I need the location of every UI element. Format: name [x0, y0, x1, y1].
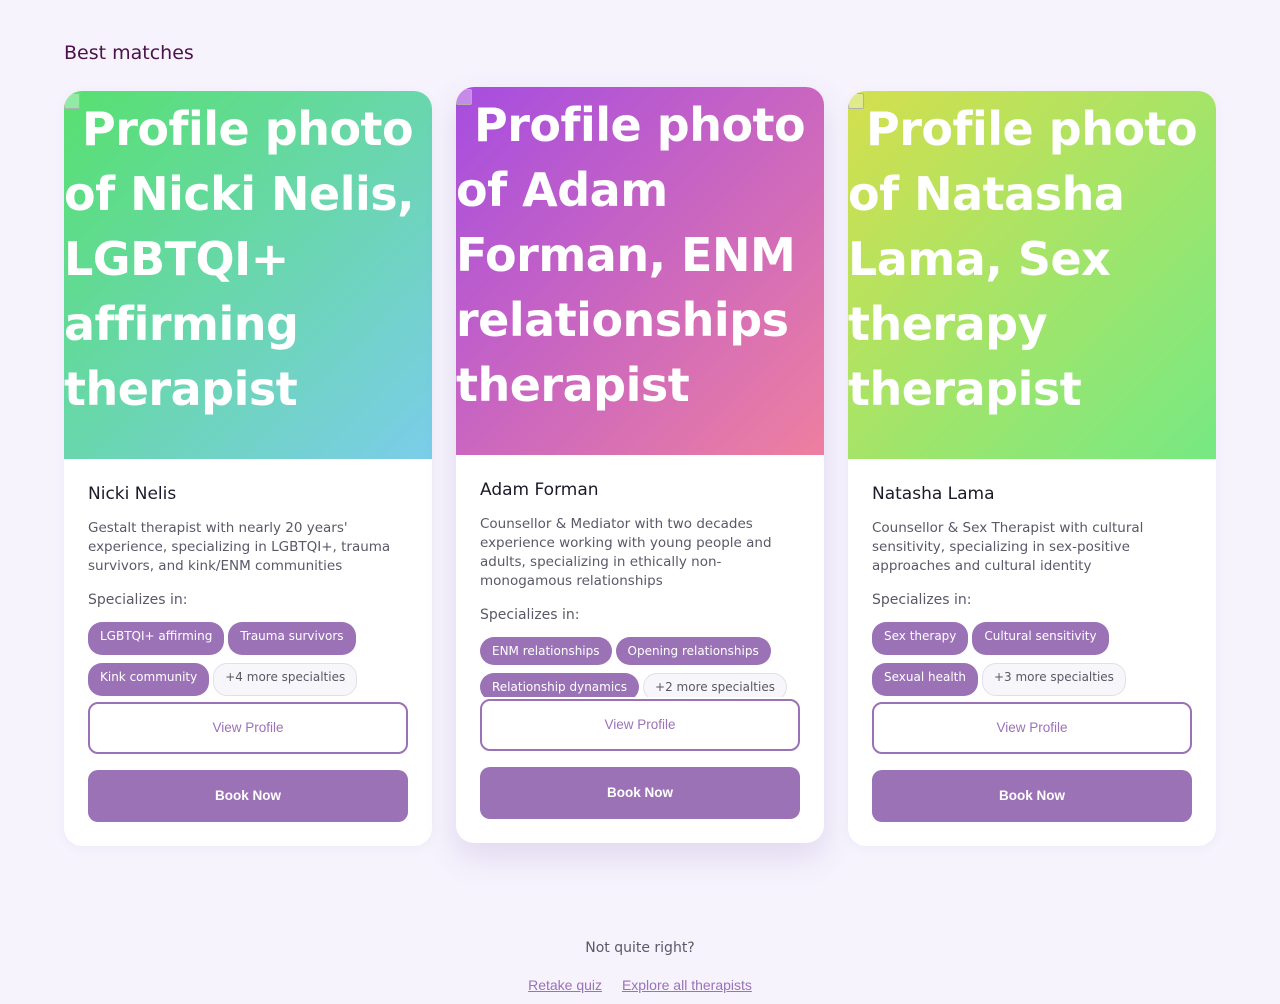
therapist-card: Profile photo of Nicki Nelis, LGBTQI+ af… [64, 91, 432, 846]
book-now-button[interactable]: Book Now [88, 770, 408, 822]
therapist-description: Counsellor & Sex Therapist with cultural… [872, 520, 1144, 574]
therapist-card: Profile photo of Natasha Lama, Sex thera… [848, 91, 1216, 846]
therapist-description: Gestalt therapist with nearly 20 years' … [88, 520, 391, 574]
footer-links: Retake quiz Explore all therapists [0, 977, 1280, 993]
specialty-tag: ENM relationships [480, 637, 612, 665]
book-now-button[interactable]: Book Now [872, 770, 1192, 822]
more-specialties-tag[interactable]: +3 more specialties [981, 663, 1126, 696]
therapist-card: Profile photo of Adam Forman, ENM relati… [456, 87, 824, 843]
profile-photo[interactable]: Profile photo of Adam Forman, ENM relati… [456, 87, 824, 455]
specializes-label: Specializes in: [88, 592, 188, 608]
therapist-name: Adam Forman [480, 480, 599, 500]
therapist-name: Natasha Lama [872, 484, 995, 504]
view-profile-button[interactable]: View Profile [872, 702, 1192, 754]
photo-alt-text: Profile photo of Adam Forman, ENM relati… [456, 98, 806, 412]
specialty-tag: Sex therapy [872, 622, 969, 655]
profile-photo[interactable]: Profile photo of Natasha Lama, Sex thera… [848, 91, 1216, 459]
specializes-label: Specializes in: [872, 592, 972, 608]
specialty-tags: LGBTQI+ affirming Trauma survivors Kink … [88, 622, 408, 696]
specialty-tag: Cultural sensitivity [972, 622, 1109, 655]
retake-quiz-link[interactable]: Retake quiz [528, 977, 602, 993]
more-specialties-tag[interactable]: +2 more specialties [643, 673, 787, 697]
page-title: Best matches [64, 42, 194, 64]
specializes-label: Specializes in: [480, 607, 580, 623]
therapist-name: Nicki Nelis [88, 484, 177, 504]
specialty-tags: ENM relationships Opening relationships … [480, 637, 800, 697]
specialty-tags: Sex therapy Cultural sensitivity Sexual … [872, 622, 1192, 696]
profile-photo[interactable]: Profile photo of Nicki Nelis, LGBTQI+ af… [64, 91, 432, 459]
specialty-tag: Kink community [88, 663, 210, 696]
view-profile-button[interactable]: View Profile [88, 702, 408, 754]
photo-alt-text: Profile photo of Nicki Nelis, LGBTQI+ af… [64, 102, 415, 416]
specialty-tag: Sexual health [872, 663, 978, 696]
more-specialties-tag[interactable]: +4 more specialties [213, 663, 358, 696]
view-profile-button[interactable]: View Profile [480, 699, 800, 751]
therapist-description: Counsellor & Mediator with two decades e… [480, 516, 772, 589]
photo-alt-text: Profile photo of Natasha Lama, Sex thera… [848, 102, 1198, 416]
book-now-button[interactable]: Book Now [480, 767, 800, 819]
not-quite-right-text: Not quite right? [585, 940, 695, 956]
specialty-tag: LGBTQI+ affirming [88, 622, 225, 655]
specialty-tag: Relationship dynamics [480, 673, 640, 697]
specialty-tag: Trauma survivors [228, 622, 356, 655]
explore-therapists-link[interactable]: Explore all therapists [622, 977, 752, 993]
specialty-tag: Opening relationships [615, 637, 771, 665]
